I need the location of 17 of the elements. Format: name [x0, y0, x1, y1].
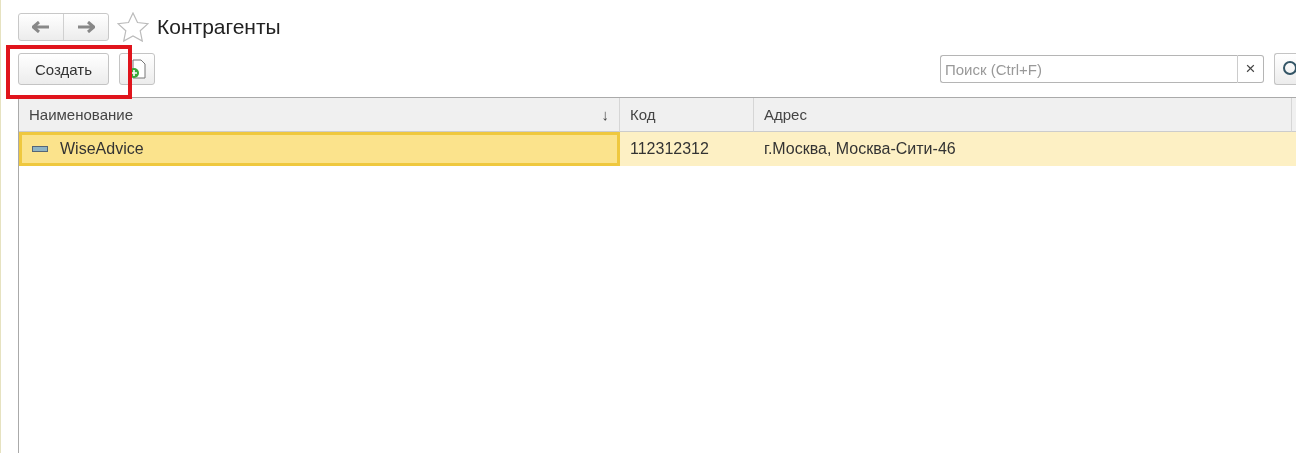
clear-button[interactable]: × [1238, 55, 1264, 83]
arrow-left-icon [32, 21, 50, 33]
star-icon[interactable] [117, 12, 149, 42]
arrow-right-icon [77, 21, 95, 33]
column-header[interactable]: Код [620, 98, 754, 132]
window-title: Контрагенты [157, 15, 281, 39]
table-cell[interactable]: г.Москва, Москва-Сити-46 [754, 132, 1292, 166]
search-field[interactable]: Поиск (Ctrl+F) [940, 55, 1238, 83]
column-header[interactable]: Наименование ↓ [19, 98, 620, 132]
column-header[interactable]: Адрес [754, 98, 1292, 132]
search-button[interactable] [1274, 53, 1296, 85]
search-icon [1281, 60, 1296, 78]
create-button[interactable]: Создать [18, 53, 109, 85]
sort-arrow: ↓ [601, 106, 609, 123]
table-cell[interactable]: WiseAdvice [19, 132, 620, 166]
item-icon [32, 146, 48, 152]
table-cell[interactable]: 112312312 [620, 132, 754, 166]
